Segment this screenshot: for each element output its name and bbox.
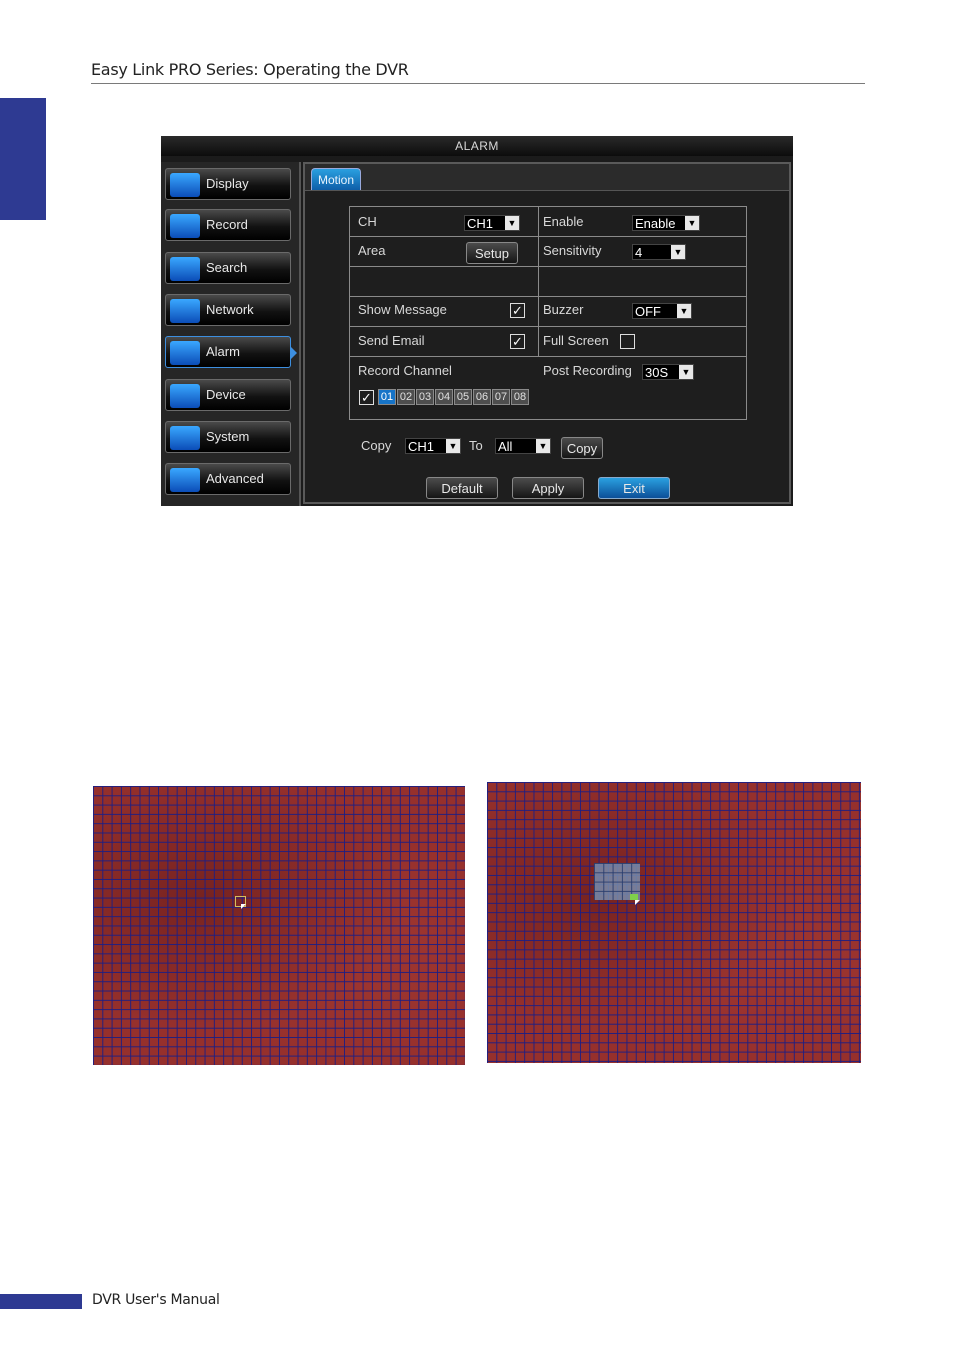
record-channel-all-checkbox[interactable]: ✓ [359,390,374,405]
monitor-icon [170,173,200,197]
post-recording-select-value: 30S [645,365,669,380]
main-menu: Display Record Search Network Alarm Devi… [161,162,301,506]
mouse-cursor-icon [241,904,246,909]
full-screen-label: Full Screen [543,333,609,348]
menu-item-advanced[interactable]: Advanced [165,463,291,495]
menu-item-label: Network [206,302,254,317]
menu-item-network[interactable]: Network [165,294,291,326]
menu-item-search[interactable]: Search [165,252,291,284]
send-email-label: Send Email [358,333,425,348]
menu-item-label: Advanced [206,471,264,486]
channel-toggle-04[interactable]: 04 [435,389,453,405]
default-button[interactable]: Default [426,477,498,499]
tab-bar: Motion [305,164,789,191]
channel-toggle-02[interactable]: 02 [397,389,415,405]
copy-to-value: All [498,439,513,454]
menu-item-system[interactable]: System [165,421,291,453]
channel-toggle-08[interactable]: 08 [511,389,529,405]
record-channel-label: Record Channel [358,363,452,378]
area-label: Area [358,243,386,258]
copy-to-label: To [469,438,483,453]
menu-item-record[interactable]: Record [165,209,291,241]
motion-area-grid-full[interactable] [93,786,465,1065]
grid-row-divider [350,266,746,267]
settings-panel: Motion CH CH1 ▼ Enable Enable ▼ Area Set… [303,162,791,504]
copy-button[interactable]: Copy [561,437,603,459]
alarm-icon [170,341,200,365]
sensitivity-select[interactable]: 4 ▼ [632,244,686,260]
menu-item-display[interactable]: Display [165,168,291,200]
menu-item-label: System [206,429,250,444]
ch-select-value: CH1 [467,216,494,231]
channel-strip: 01 02 03 04 05 06 07 08 [378,389,538,405]
chevron-down-icon: ▼ [677,304,691,318]
header-rule [91,83,865,84]
channel-toggle-03[interactable]: 03 [416,389,434,405]
menu-item-device[interactable]: Device [165,379,291,411]
copy-to-select[interactable]: All ▼ [495,438,551,454]
full-screen-checkbox[interactable] [620,334,635,349]
chevron-down-icon: ▼ [446,439,460,453]
channel-toggle-01[interactable]: 01 [378,389,396,405]
buzzer-select[interactable]: OFF ▼ [632,303,692,319]
monitor-icon [170,384,200,408]
send-email-checkbox[interactable]: ✓ [510,334,525,349]
menu-item-label: Search [206,260,248,275]
gear-icon [170,426,200,450]
menu-item-label: Display [206,176,249,191]
section-tab-marker [0,98,46,220]
dvr-alarm-window: ALARM Display Record Search Network Alar… [161,136,793,506]
window-title: ALARM [161,136,793,156]
post-recording-label: Post Recording [543,363,632,378]
menu-item-label: Device [206,387,246,402]
enable-select-value: Enable [635,216,676,231]
enable-select[interactable]: Enable ▼ [632,215,700,231]
show-message-label: Show Message [358,302,447,317]
chevron-down-icon: ▼ [536,439,550,453]
apply-button[interactable]: Apply [512,477,584,499]
post-recording-select[interactable]: 30S ▼ [642,364,694,380]
buzzer-select-value: OFF [635,304,661,319]
sensitivity-select-value: 4 [635,245,643,260]
mouse-cursor-icon [635,900,640,905]
exit-button[interactable]: Exit [598,477,670,499]
magnifier-icon [170,257,200,281]
channel-toggle-06[interactable]: 06 [473,389,491,405]
sensitivity-label: Sensitivity [543,243,602,258]
chevron-down-icon: ▼ [685,216,699,230]
channel-toggle-05[interactable]: 05 [454,389,472,405]
chevron-down-icon: ▼ [505,216,519,230]
grid-row-divider [350,356,746,357]
ch-select[interactable]: CH1 ▼ [464,215,520,231]
chevron-down-icon: ▼ [679,365,693,379]
wrench-icon [170,468,200,492]
enable-label: Enable [543,214,584,229]
film-icon [170,214,200,238]
copy-from-value: CH1 [408,439,435,454]
buzzer-label: Buzzer [543,302,584,317]
menu-item-label: Alarm [206,344,240,359]
show-message-checkbox[interactable]: ✓ [510,303,525,318]
footer-text: DVR User's Manual [92,1292,220,1308]
ch-label: CH [358,214,377,229]
menu-item-label: Record [206,217,248,232]
setup-button[interactable]: Setup [466,242,518,264]
copy-from-select[interactable]: CH1 ▼ [405,438,461,454]
globe-icon [170,299,200,323]
motion-area-grid-partial[interactable] [487,782,861,1063]
grid-col-divider [538,207,539,357]
chevron-down-icon: ▼ [671,245,685,259]
footer-accent-bar [0,1294,82,1309]
grid-row-divider [350,236,746,237]
settings-grid: CH CH1 ▼ Enable Enable ▼ Area Setup Sens… [349,206,747,420]
grid-row-divider [350,296,746,297]
active-arrow-icon [291,347,297,359]
page-header-title: Easy Link PRO Series: Operating the DVR [91,60,409,79]
menu-item-alarm[interactable]: Alarm [165,336,297,368]
copy-label: Copy [361,438,392,453]
channel-toggle-07[interactable]: 07 [492,389,510,405]
tab-motion[interactable]: Motion [311,168,361,190]
grid-row-divider [350,326,746,327]
